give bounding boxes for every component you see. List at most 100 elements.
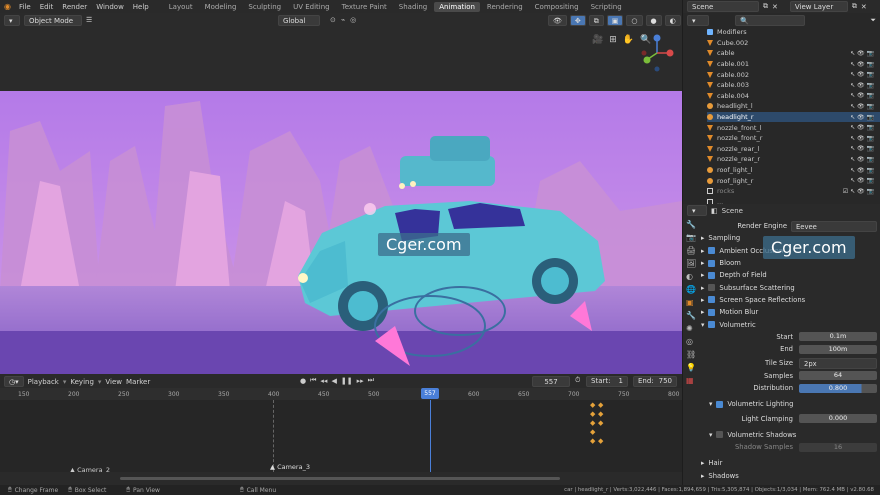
checkbox-icon[interactable] (708, 284, 716, 292)
overlay-icon[interactable]: ⧉ (588, 15, 604, 26)
volumetric-shadows-subpanel[interactable]: ▾ Volumetric Shadows (701, 429, 877, 441)
texture-tab-icon[interactable]: ▦ (686, 376, 698, 385)
tab-modeling[interactable]: Modeling (200, 2, 242, 12)
close-scene-icon[interactable]: ✕ (772, 3, 778, 11)
gizmo-icon[interactable]: ✥ (569, 15, 586, 26)
timeline-body[interactable]: ◆ ◆ ◆ ◆ ◆ ◆ ◆ ◆ ◆ (0, 400, 682, 472)
orientation-dropdown[interactable]: Global (278, 15, 320, 26)
end-frame-field[interactable]: End: 750 (633, 376, 677, 387)
shading-solid-icon[interactable]: ● (645, 15, 662, 26)
visibility-toggles[interactable]: ↖ 👁 📷 (850, 124, 874, 131)
visibility-toggles[interactable]: ↖ 👁 📷 (850, 103, 874, 110)
tab-animation[interactable]: Animation (434, 1, 480, 12)
data-tab-icon[interactable]: 💡 (686, 363, 698, 372)
render-tab-icon[interactable]: 📷 (686, 233, 698, 242)
menu-file[interactable]: File (19, 3, 31, 11)
visibility-toggles[interactable]: ↖ 👁 📷 (850, 135, 874, 142)
volumetric-end-field[interactable]: 100m (799, 344, 877, 354)
visibility-toggles[interactable]: ↖ 👁 📷 (850, 145, 874, 152)
panel-shadows[interactable]: ▸ Shadows (701, 470, 877, 482)
next-keyframe-icon[interactable]: ▸▸ (357, 377, 364, 385)
record-icon[interactable]: ● (300, 377, 306, 385)
keyframe-icon[interactable]: ◆ (598, 420, 606, 427)
physics-tab-icon[interactable]: ◎ (686, 337, 698, 346)
filter-icon[interactable]: ⏷ (870, 16, 876, 25)
panel-depth-of-field[interactable]: ▸ Depth of Field (701, 269, 877, 281)
checkbox-icon[interactable] (708, 271, 716, 279)
3d-viewport[interactable]: 🎥 ⊞ ✋ 🔍 Cger.com (0, 29, 682, 374)
grid-icon[interactable]: ⊞ (609, 35, 617, 45)
visibility-toggles[interactable]: ↖ 👁 📷 (850, 92, 874, 99)
distribution-slider[interactable]: 0.800 (799, 383, 877, 393)
keyframe-icon[interactable]: ◆ (590, 411, 598, 418)
outliner-row[interactable]: Modifiers (707, 27, 880, 38)
outliner-row[interactable]: nozzle_front_r ↖ 👁 📷 (707, 133, 880, 144)
tool-tab-icon[interactable]: 🔧 (686, 220, 698, 229)
properties-editor-type-dropdown[interactable]: ▾ (687, 205, 707, 216)
outliner-row[interactable]: rocks ☑ ↖ 👁 📷 (707, 186, 880, 197)
pause-icon[interactable]: ❚❚ (341, 377, 353, 385)
volumetric-lighting-subpanel[interactable]: ▾ Volumetric Lighting (701, 398, 877, 410)
hamburger-icon[interactable]: ☰ (86, 16, 92, 24)
tab-texture-paint[interactable]: Texture Paint (337, 2, 392, 12)
tab-layout[interactable]: Layout (164, 2, 198, 12)
visibility-icon[interactable]: 👁 (548, 15, 567, 26)
particles-tab-icon[interactable]: ✺ (686, 324, 698, 333)
timeline-editor-type-dropdown[interactable]: ◷▾ (4, 376, 24, 387)
visibility-toggles[interactable]: ↖ 👁 📷 (850, 82, 874, 89)
tab-sculpting[interactable]: Sculpting (243, 2, 286, 12)
new-view-layer-icon[interactable]: ⧉ (852, 2, 857, 11)
keyframe-icon[interactable]: ◆ (590, 420, 598, 427)
visibility-toggles[interactable]: ↖ 👁 📷 (850, 71, 874, 78)
blender-logo-icon[interactable]: ◉ (4, 2, 11, 11)
menu-render[interactable]: Render (62, 3, 87, 11)
play-reverse-icon[interactable]: ◀ (331, 377, 336, 385)
outliner-search-input[interactable]: 🔍 (735, 14, 805, 26)
light-clamping-field[interactable]: 0.000 (799, 414, 877, 424)
scene-tab-icon[interactable]: ◐ (686, 272, 698, 281)
outliner-row[interactable]: cable.002 ↖ 👁 📷 (707, 69, 880, 80)
jump-end-icon[interactable]: ⏭ (368, 376, 374, 385)
timeline-menu-playback[interactable]: Playback (28, 378, 59, 386)
visibility-toggles[interactable]: ↖ 👁 📷 (850, 114, 874, 121)
outliner-row[interactable]: roof_light_l ↖ 👁 📷 (707, 165, 880, 176)
world-tab-icon[interactable]: 🌐 (686, 285, 698, 294)
tab-scripting[interactable]: Scripting (586, 2, 627, 12)
visibility-toggles[interactable]: ↖ 👁 📷 (850, 50, 874, 57)
outliner-row[interactable]: headlight_l ↖ 👁 📷 (707, 101, 880, 112)
view-layer-tab-icon[interactable]: 🖼 (686, 259, 698, 268)
shading-wire-icon[interactable]: ○ (626, 15, 643, 26)
playhead-frame-indicator[interactable]: 557 (421, 388, 439, 399)
render-engine-dropdown[interactable]: Eevee (791, 220, 877, 232)
volumetric-start-field[interactable]: 0.1m (799, 332, 877, 342)
timeline-scrollbar[interactable] (120, 477, 560, 480)
samples-field[interactable]: 64 (799, 371, 877, 381)
hand-icon[interactable]: ✋ (623, 35, 634, 45)
jump-start-icon[interactable]: ⏮ (310, 376, 316, 385)
timeline-menu-view[interactable]: View (105, 378, 122, 386)
snap-icon[interactable]: ⌁ (341, 16, 345, 24)
visibility-toggles[interactable]: ↖ 👁 📷 (850, 61, 874, 68)
tile-size-dropdown[interactable]: 2px (799, 357, 877, 369)
menu-edit[interactable]: Edit (40, 3, 54, 11)
tab-shading[interactable]: Shading (394, 2, 432, 12)
clock-icon[interactable]: ⏱ (575, 376, 580, 385)
tab-compositing[interactable]: Compositing (530, 2, 584, 12)
start-frame-field[interactable]: Start: 1 (586, 376, 628, 387)
tab-rendering[interactable]: Rendering (482, 2, 528, 12)
prev-keyframe-icon[interactable]: ◂◂ (320, 377, 327, 385)
menu-window[interactable]: Window (96, 3, 124, 11)
visibility-toggles[interactable]: ↖ 👁 📷 (850, 156, 874, 163)
output-tab-icon[interactable]: 🖨 (686, 246, 698, 255)
checkbox-icon[interactable] (708, 296, 716, 304)
outliner-row[interactable]: nozzle_rear_r ↖ 👁 📷 (707, 154, 880, 165)
checkbox-icon[interactable] (716, 400, 724, 408)
scene-selector[interactable]: Scene (687, 1, 759, 12)
camera-icon[interactable]: 🎥 (592, 35, 603, 45)
keyframe-icon[interactable]: ◆ (598, 438, 606, 445)
shading-material-icon[interactable]: ◐ (664, 15, 681, 26)
timeline-menu-keying[interactable]: Keying (70, 378, 94, 386)
checkbox-icon[interactable] (708, 308, 716, 316)
shadow-samples-field[interactable]: 16 (799, 442, 877, 452)
camera-marker-camera-3[interactable]: ▲ Camera_3 (270, 463, 310, 471)
